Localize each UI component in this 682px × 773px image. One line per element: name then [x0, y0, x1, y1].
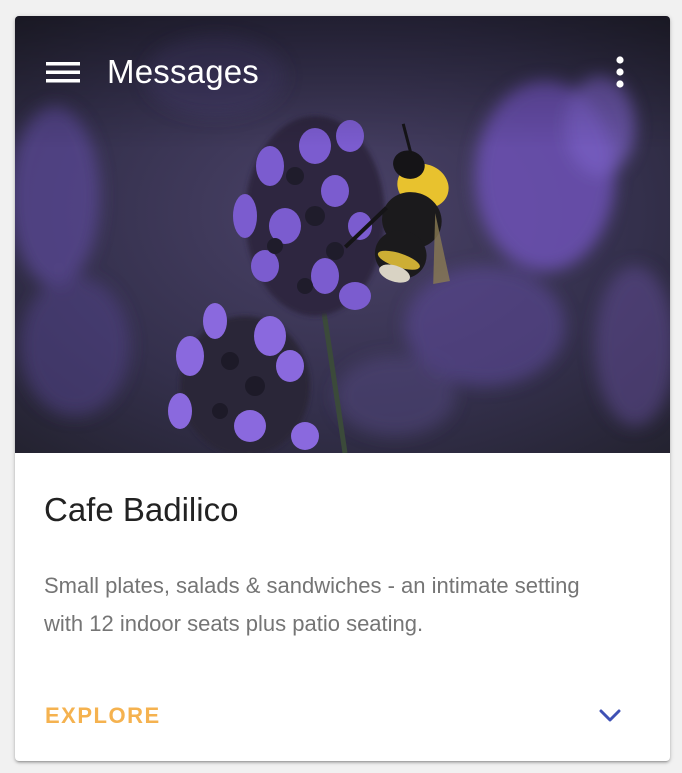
card-description: Small plates, salads & sandwiches - an i… [44, 573, 580, 636]
card-title: Cafe Badilico [44, 491, 239, 528]
chevron-down-icon [599, 709, 621, 722]
more-vertical-icon [616, 56, 624, 88]
app-bar: Messages [15, 16, 670, 128]
menu-button[interactable] [39, 52, 87, 92]
card-media: Messages [15, 16, 670, 453]
hamburger-menu-icon [46, 62, 80, 83]
more-options-button[interactable] [600, 52, 640, 92]
app-bar-title: Messages [107, 53, 260, 90]
explore-button[interactable]: EXPLORE [33, 693, 173, 739]
expand-button[interactable] [590, 696, 630, 736]
card: Messages Cafe Badilico Small plates, sal… [15, 16, 670, 761]
